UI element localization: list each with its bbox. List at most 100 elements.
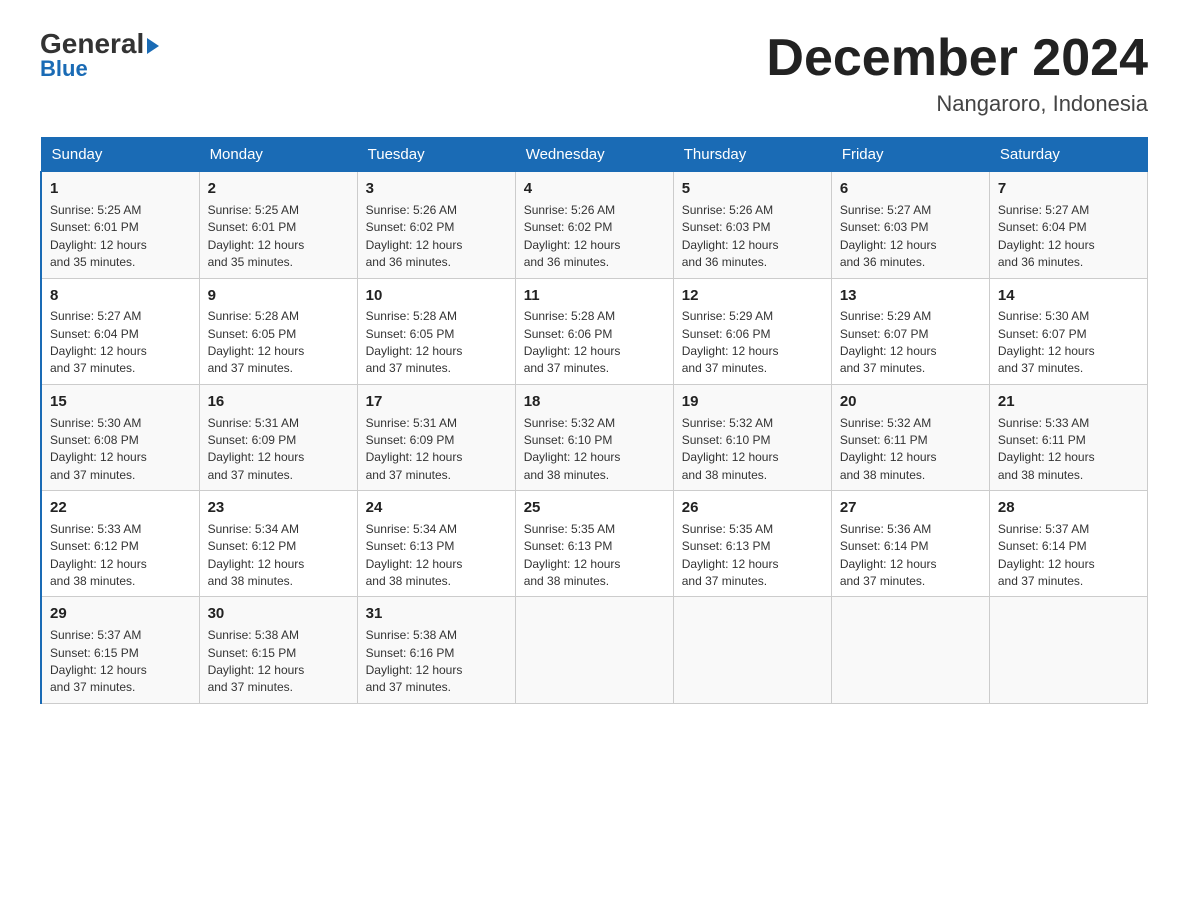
- day-number: 12: [682, 285, 823, 307]
- calendar-header-thursday: Thursday: [673, 138, 831, 172]
- calendar-week-row: 15Sunrise: 5:30 AMSunset: 6:08 PMDayligh…: [41, 384, 1148, 490]
- day-number: 28: [998, 497, 1139, 519]
- day-info: Sunrise: 5:36 AMSunset: 6:14 PMDaylight:…: [840, 521, 981, 591]
- day-info: Sunrise: 5:38 AMSunset: 6:15 PMDaylight:…: [208, 627, 349, 697]
- day-number: 16: [208, 391, 349, 413]
- day-number: 31: [366, 603, 507, 625]
- calendar-cell: 5Sunrise: 5:26 AMSunset: 6:03 PMDaylight…: [673, 172, 831, 278]
- day-number: 25: [524, 497, 665, 519]
- calendar-cell: 22Sunrise: 5:33 AMSunset: 6:12 PMDayligh…: [41, 491, 199, 597]
- day-number: 30: [208, 603, 349, 625]
- calendar-header-sunday: Sunday: [41, 138, 199, 172]
- calendar-cell: 4Sunrise: 5:26 AMSunset: 6:02 PMDaylight…: [515, 172, 673, 278]
- calendar-cell: 26Sunrise: 5:35 AMSunset: 6:13 PMDayligh…: [673, 491, 831, 597]
- calendar-cell: 15Sunrise: 5:30 AMSunset: 6:08 PMDayligh…: [41, 384, 199, 490]
- day-info: Sunrise: 5:33 AMSunset: 6:12 PMDaylight:…: [50, 521, 191, 591]
- calendar-week-row: 22Sunrise: 5:33 AMSunset: 6:12 PMDayligh…: [41, 491, 1148, 597]
- day-info: Sunrise: 5:35 AMSunset: 6:13 PMDaylight:…: [682, 521, 823, 591]
- day-info: Sunrise: 5:32 AMSunset: 6:11 PMDaylight:…: [840, 415, 981, 485]
- calendar-header-friday: Friday: [831, 138, 989, 172]
- title-area: December 2024 Nangaroro, Indonesia: [766, 30, 1148, 117]
- location: Nangaroro, Indonesia: [766, 91, 1148, 117]
- day-number: 19: [682, 391, 823, 413]
- day-info: Sunrise: 5:37 AMSunset: 6:15 PMDaylight:…: [50, 627, 191, 697]
- day-number: 7: [998, 178, 1139, 200]
- day-number: 14: [998, 285, 1139, 307]
- logo-blue-text: Blue: [40, 56, 88, 82]
- day-info: Sunrise: 5:31 AMSunset: 6:09 PMDaylight:…: [208, 415, 349, 485]
- calendar-cell: 30Sunrise: 5:38 AMSunset: 6:15 PMDayligh…: [199, 597, 357, 703]
- calendar-cell: 23Sunrise: 5:34 AMSunset: 6:12 PMDayligh…: [199, 491, 357, 597]
- day-info: Sunrise: 5:27 AMSunset: 6:04 PMDaylight:…: [50, 308, 191, 378]
- calendar-week-row: 29Sunrise: 5:37 AMSunset: 6:15 PMDayligh…: [41, 597, 1148, 703]
- calendar-cell: 9Sunrise: 5:28 AMSunset: 6:05 PMDaylight…: [199, 278, 357, 384]
- logo-general-text: General: [40, 30, 159, 58]
- calendar-cell: 11Sunrise: 5:28 AMSunset: 6:06 PMDayligh…: [515, 278, 673, 384]
- calendar-header-monday: Monday: [199, 138, 357, 172]
- calendar-table: SundayMondayTuesdayWednesdayThursdayFrid…: [40, 137, 1148, 704]
- day-info: Sunrise: 5:35 AMSunset: 6:13 PMDaylight:…: [524, 521, 665, 591]
- calendar-cell: 25Sunrise: 5:35 AMSunset: 6:13 PMDayligh…: [515, 491, 673, 597]
- day-number: 17: [366, 391, 507, 413]
- day-number: 29: [50, 603, 191, 625]
- day-number: 20: [840, 391, 981, 413]
- day-number: 21: [998, 391, 1139, 413]
- day-info: Sunrise: 5:30 AMSunset: 6:07 PMDaylight:…: [998, 308, 1139, 378]
- month-title: December 2024: [766, 30, 1148, 87]
- calendar-cell: [831, 597, 989, 703]
- calendar-header-tuesday: Tuesday: [357, 138, 515, 172]
- day-info: Sunrise: 5:37 AMSunset: 6:14 PMDaylight:…: [998, 521, 1139, 591]
- day-number: 13: [840, 285, 981, 307]
- day-number: 24: [366, 497, 507, 519]
- page-header: General Blue December 2024 Nangaroro, In…: [40, 30, 1148, 117]
- calendar-week-row: 8Sunrise: 5:27 AMSunset: 6:04 PMDaylight…: [41, 278, 1148, 384]
- calendar-cell: 24Sunrise: 5:34 AMSunset: 6:13 PMDayligh…: [357, 491, 515, 597]
- calendar-cell: 16Sunrise: 5:31 AMSunset: 6:09 PMDayligh…: [199, 384, 357, 490]
- day-number: 8: [50, 285, 191, 307]
- day-number: 6: [840, 178, 981, 200]
- calendar-cell: 3Sunrise: 5:26 AMSunset: 6:02 PMDaylight…: [357, 172, 515, 278]
- day-number: 18: [524, 391, 665, 413]
- day-number: 9: [208, 285, 349, 307]
- day-info: Sunrise: 5:28 AMSunset: 6:05 PMDaylight:…: [208, 308, 349, 378]
- calendar-header-saturday: Saturday: [989, 138, 1147, 172]
- day-info: Sunrise: 5:26 AMSunset: 6:02 PMDaylight:…: [366, 202, 507, 272]
- calendar-header-wednesday: Wednesday: [515, 138, 673, 172]
- day-info: Sunrise: 5:26 AMSunset: 6:02 PMDaylight:…: [524, 202, 665, 272]
- calendar-cell: 2Sunrise: 5:25 AMSunset: 6:01 PMDaylight…: [199, 172, 357, 278]
- calendar-cell: 6Sunrise: 5:27 AMSunset: 6:03 PMDaylight…: [831, 172, 989, 278]
- day-number: 22: [50, 497, 191, 519]
- calendar-cell: 13Sunrise: 5:29 AMSunset: 6:07 PMDayligh…: [831, 278, 989, 384]
- logo-triangle-icon: [147, 38, 159, 54]
- calendar-cell: 10Sunrise: 5:28 AMSunset: 6:05 PMDayligh…: [357, 278, 515, 384]
- calendar-cell: 31Sunrise: 5:38 AMSunset: 6:16 PMDayligh…: [357, 597, 515, 703]
- day-info: Sunrise: 5:32 AMSunset: 6:10 PMDaylight:…: [524, 415, 665, 485]
- day-info: Sunrise: 5:31 AMSunset: 6:09 PMDaylight:…: [366, 415, 507, 485]
- calendar-cell: 19Sunrise: 5:32 AMSunset: 6:10 PMDayligh…: [673, 384, 831, 490]
- calendar-cell: [515, 597, 673, 703]
- day-info: Sunrise: 5:27 AMSunset: 6:03 PMDaylight:…: [840, 202, 981, 272]
- day-info: Sunrise: 5:25 AMSunset: 6:01 PMDaylight:…: [50, 202, 191, 272]
- calendar-cell: 29Sunrise: 5:37 AMSunset: 6:15 PMDayligh…: [41, 597, 199, 703]
- day-info: Sunrise: 5:34 AMSunset: 6:13 PMDaylight:…: [366, 521, 507, 591]
- calendar-cell: 28Sunrise: 5:37 AMSunset: 6:14 PMDayligh…: [989, 491, 1147, 597]
- day-info: Sunrise: 5:32 AMSunset: 6:10 PMDaylight:…: [682, 415, 823, 485]
- day-info: Sunrise: 5:29 AMSunset: 6:06 PMDaylight:…: [682, 308, 823, 378]
- calendar-cell: 1Sunrise: 5:25 AMSunset: 6:01 PMDaylight…: [41, 172, 199, 278]
- calendar-cell: 18Sunrise: 5:32 AMSunset: 6:10 PMDayligh…: [515, 384, 673, 490]
- day-info: Sunrise: 5:25 AMSunset: 6:01 PMDaylight:…: [208, 202, 349, 272]
- day-number: 2: [208, 178, 349, 200]
- day-info: Sunrise: 5:33 AMSunset: 6:11 PMDaylight:…: [998, 415, 1139, 485]
- calendar-cell: 27Sunrise: 5:36 AMSunset: 6:14 PMDayligh…: [831, 491, 989, 597]
- day-number: 4: [524, 178, 665, 200]
- day-info: Sunrise: 5:28 AMSunset: 6:06 PMDaylight:…: [524, 308, 665, 378]
- day-number: 26: [682, 497, 823, 519]
- calendar-cell: [673, 597, 831, 703]
- day-info: Sunrise: 5:26 AMSunset: 6:03 PMDaylight:…: [682, 202, 823, 272]
- day-number: 3: [366, 178, 507, 200]
- logo: General Blue: [40, 30, 159, 82]
- day-number: 10: [366, 285, 507, 307]
- calendar-cell: [989, 597, 1147, 703]
- calendar-header-row: SundayMondayTuesdayWednesdayThursdayFrid…: [41, 138, 1148, 172]
- calendar-cell: 14Sunrise: 5:30 AMSunset: 6:07 PMDayligh…: [989, 278, 1147, 384]
